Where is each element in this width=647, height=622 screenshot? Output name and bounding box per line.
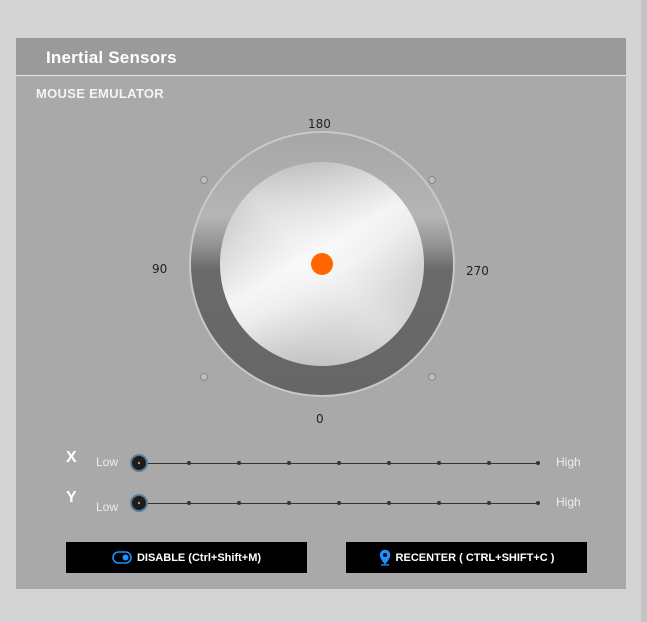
dial-corner-screw	[200, 176, 208, 184]
dial-orientation-indicator[interactable]	[311, 253, 333, 275]
x-low-label: Low	[96, 455, 119, 469]
dial-label-bottom: 0	[316, 412, 324, 426]
dial-label-top: 180	[308, 117, 331, 131]
slider-tick	[237, 501, 241, 505]
disable-button[interactable]: DISABLE (Ctrl+Shift+M)	[66, 542, 307, 573]
dial-label-right: 270	[466, 264, 489, 278]
slider-tick	[437, 461, 441, 465]
slider-tick	[487, 461, 491, 465]
x-high-label: High	[556, 455, 581, 469]
toggle-icon	[112, 551, 132, 564]
slider-tick	[187, 501, 191, 505]
slider-tick	[237, 461, 241, 465]
slider-tick	[487, 501, 491, 505]
recenter-button[interactable]: RECENTER ( CTRL+SHIFT+C )	[346, 542, 587, 573]
slider-tick	[536, 501, 540, 505]
window-edge	[641, 0, 647, 622]
dial-corner-screw	[428, 176, 436, 184]
slider-tick	[536, 461, 540, 465]
recenter-button-label: RECENTER ( CTRL+SHIFT+C )	[395, 551, 555, 564]
dial-corner-screw	[200, 373, 208, 381]
disable-button-label: DISABLE (Ctrl+Shift+M)	[136, 551, 262, 564]
y-axis-label: Y	[66, 489, 77, 506]
slider-tick	[287, 461, 291, 465]
location-pin-icon	[379, 549, 391, 566]
orientation-dial	[189, 131, 455, 397]
y-low-label: Low	[96, 500, 119, 514]
x-slider-handle[interactable]	[130, 454, 148, 472]
slider-tick	[187, 461, 191, 465]
slider-tick	[437, 501, 441, 505]
dial-label-left: 90	[152, 262, 168, 276]
slider-tick	[287, 501, 291, 505]
x-axis-label: X	[66, 449, 77, 466]
inertial-sensors-panel: Inertial Sensors MOUSE EMULATOR 180 90 2…	[16, 38, 626, 589]
y-high-label: High	[556, 495, 581, 509]
y-slider-handle[interactable]	[130, 494, 148, 512]
slider-tick	[337, 501, 341, 505]
slider-tick	[387, 501, 391, 505]
dial-corner-screw	[428, 373, 436, 381]
slider-tick	[387, 461, 391, 465]
slider-tick	[337, 461, 341, 465]
